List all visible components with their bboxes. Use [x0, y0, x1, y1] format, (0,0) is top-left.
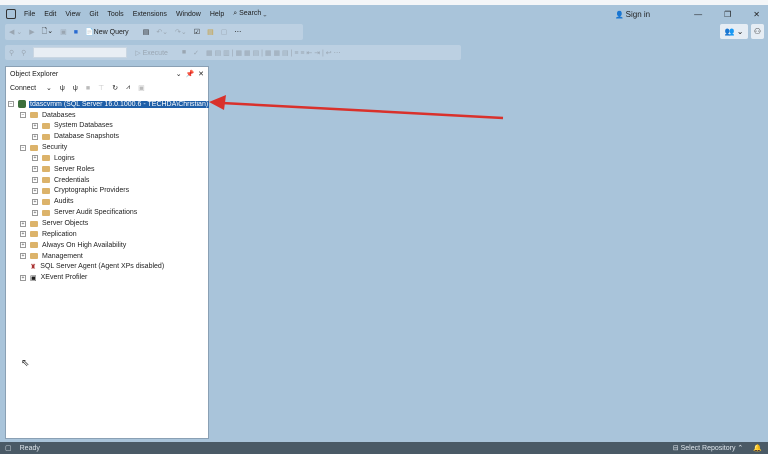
status-bar: ▢ Ready ⊟ Select Repository ⌃ 🔔 — [0, 442, 768, 454]
arrow-shaft — [221, 101, 504, 120]
notifications-icon[interactable]: 🔔 — [753, 444, 762, 452]
select-repository-label: Select Repository — [680, 445, 736, 452]
status-ready: Ready — [19, 444, 40, 452]
select-repository-button[interactable]: ⊟ Select Repository ⌃ — [673, 444, 743, 452]
arrow-head — [209, 95, 226, 110]
status-icon: ▢ — [5, 445, 12, 452]
red-arrow-annotation — [209, 95, 504, 120]
